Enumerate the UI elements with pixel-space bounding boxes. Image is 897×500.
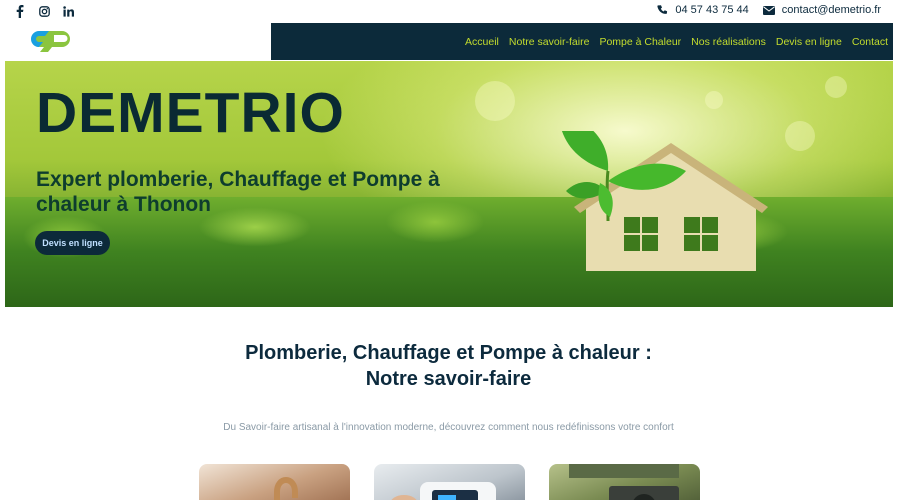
hero-title: DEMETRIO [36,81,345,145]
eco-house-illustration [562,131,768,271]
section-title-line-1: Plomberie, Chauffage et Pompe à chaleur … [245,342,652,364]
hero-devis-button[interactable]: Devis en ligne [35,231,110,255]
phone-link[interactable]: 04 57 43 75 44 [657,4,749,16]
phone-number: 04 57 43 75 44 [675,4,749,16]
social-links [14,4,74,18]
service-card-heat-pump-image[interactable] [549,464,700,500]
service-card-plumbing-image[interactable] [199,464,350,500]
instagram-icon[interactable] [38,4,50,18]
site-logo[interactable] [28,28,70,53]
main-nav: Accueil Notre savoir-faire Pompe à Chale… [271,23,893,60]
hero-subtitle: Expert plomberie, Chauffage et Pompe à c… [36,168,440,216]
top-bar: 04 57 43 75 44 contact@demetrio.fr [0,0,897,23]
bokeh-light [705,91,723,109]
contact-info: 04 57 43 75 44 contact@demetrio.fr [643,4,881,16]
service-card-heating-image[interactable] [374,464,525,500]
bokeh-light [475,81,515,121]
bokeh-light [785,121,815,151]
section-title-line-2: Notre savoir-faire [365,368,532,390]
section-title: Plomberie, Chauffage et Pompe à chaleur … [0,340,897,392]
bokeh-light [825,76,847,98]
nav-contact[interactable]: Contact [852,36,888,48]
nav-savoir-faire[interactable]: Notre savoir-faire [509,36,590,48]
nav-pompe-chaleur[interactable]: Pompe à Chaleur [599,36,681,48]
nav-devis[interactable]: Devis en ligne [776,36,842,48]
phone-icon [657,4,668,14]
envelope-icon [762,5,775,15]
email-address: contact@demetrio.fr [781,4,881,16]
hero-banner: DEMETRIO Expert plomberie, Chauffage et … [5,61,893,307]
thermostat-icon [391,482,496,500]
email-link[interactable]: contact@demetrio.fr [762,4,881,16]
service-cards [199,464,700,500]
faucet-icon [274,477,298,500]
facebook-icon[interactable] [14,4,26,18]
section-intro: Du Savoir-faire artisanal à l'innovation… [223,422,674,433]
nav-accueil[interactable]: Accueil [465,36,499,48]
nav-realisations[interactable]: Nos réalisations [691,36,766,48]
heat-pump-icon [569,464,679,500]
linkedin-icon[interactable] [62,4,74,18]
